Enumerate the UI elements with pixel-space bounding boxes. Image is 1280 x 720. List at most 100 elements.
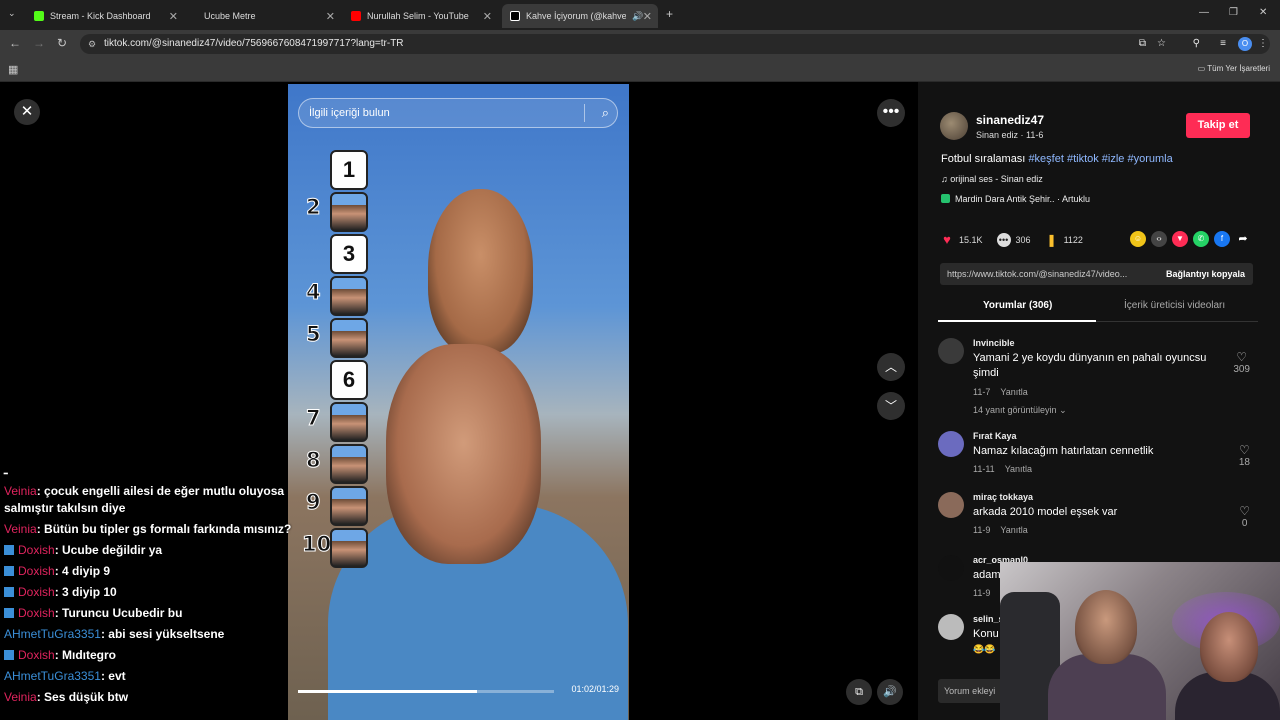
post-hashtags[interactable]: #keşfet #tiktok #izle #yorumla bbox=[1028, 153, 1172, 165]
address-bar[interactable]: ⚙ tiktok.com/@sinanediz47/video/75696676… bbox=[80, 34, 1270, 54]
bookmark-star-icon[interactable]: ☆ bbox=[1157, 34, 1166, 54]
commenter-avatar[interactable] bbox=[938, 431, 964, 457]
heart-outline-icon: ♡ bbox=[1236, 350, 1248, 364]
next-video-button[interactable]: ﹀ bbox=[877, 392, 905, 420]
new-tab-icon[interactable]: + bbox=[666, 7, 673, 21]
apps-grid-icon[interactable]: ▦ bbox=[8, 63, 18, 76]
all-bookmarks[interactable]: ▭ Tüm Yer İşaretleri bbox=[1198, 64, 1270, 73]
video-progress-bar[interactable] bbox=[298, 690, 554, 693]
comment-like[interactable]: ♡ 18 bbox=[1239, 443, 1250, 468]
author-avatar[interactable] bbox=[940, 112, 968, 140]
reply-link[interactable]: Yanıtla bbox=[1005, 464, 1032, 474]
like-action[interactable]: ♥ 15.1K bbox=[940, 232, 982, 247]
chat-username[interactable]: AHmetTuGra3351 bbox=[4, 627, 101, 641]
embed-icon[interactable]: ‹› bbox=[1151, 231, 1167, 247]
close-window-icon[interactable]: ✕ bbox=[1259, 7, 1267, 18]
subscriber-badge-icon bbox=[4, 608, 14, 618]
facebook-icon[interactable]: f bbox=[1214, 231, 1230, 247]
commenter-avatar[interactable] bbox=[938, 492, 964, 518]
comment-like[interactable]: ♡ 0 bbox=[1239, 504, 1250, 529]
close-tab-icon[interactable]: ✕ bbox=[643, 10, 652, 23]
more-options-button[interactable]: ••• bbox=[877, 99, 905, 127]
chat-username[interactable]: Doxish bbox=[18, 564, 55, 578]
post-location[interactable]: Mardin Dara Antik Şehir.. · Artuklu bbox=[941, 194, 1090, 204]
volume-button[interactable]: 🔊 bbox=[877, 679, 903, 705]
close-tab-icon[interactable]: ✕ bbox=[483, 10, 492, 23]
reply-link[interactable]: Yanıtla bbox=[1000, 387, 1027, 397]
close-tab-icon[interactable]: ✕ bbox=[169, 10, 178, 23]
repost-icon[interactable]: ☺ bbox=[1130, 231, 1146, 247]
video-player[interactable]: İlgili içeriği bulun ⌕ 1 2 3 4 5 6 7 8 9… bbox=[288, 84, 629, 720]
minimize-icon[interactable]: — bbox=[1199, 7, 1209, 18]
site-info-icon[interactable]: ⚙ bbox=[88, 34, 96, 54]
copy-link-button[interactable]: Bağlantıyı kopyala bbox=[1166, 263, 1245, 285]
url-text: tiktok.com/@sinanediz47/video/7569667608… bbox=[104, 38, 404, 49]
chat-message: AHmetTuGra3351: abi sesi yükseltsene bbox=[0, 624, 300, 645]
rank-slot-5 bbox=[330, 318, 368, 358]
comment-like[interactable]: ♡ 309 bbox=[1233, 350, 1250, 375]
post-music[interactable]: ♫ orijinal ses - Sinan ediz bbox=[941, 174, 1043, 184]
chat-username[interactable]: Veinia bbox=[4, 484, 37, 498]
chat-text: : evt bbox=[100, 669, 126, 683]
chat-message: Doxish: Ucube değildir ya bbox=[0, 540, 300, 561]
profile-avatar[interactable]: O bbox=[1238, 37, 1252, 51]
chat-username[interactable]: AHmetTuGra3351 bbox=[4, 669, 101, 683]
follow-button[interactable]: Takip et bbox=[1186, 113, 1250, 138]
author-username[interactable]: sinanediz47 bbox=[976, 113, 1044, 127]
menu-icon[interactable]: ⋮ bbox=[1258, 34, 1268, 54]
chat-username[interactable]: Doxish bbox=[18, 543, 55, 557]
close-video-button[interactable]: ✕ bbox=[14, 99, 40, 125]
chat-username[interactable]: Veinia bbox=[4, 690, 37, 704]
whatsapp-icon[interactable]: ✆ bbox=[1193, 231, 1209, 247]
heart-icon: ♥ bbox=[943, 232, 951, 247]
search-divider bbox=[584, 104, 585, 122]
commenter-name[interactable]: miraç tokkaya bbox=[973, 492, 1033, 502]
forward-icon[interactable]: → bbox=[33, 36, 45, 50]
view-replies-link[interactable]: 14 yanıt görüntüleyin ⌄ bbox=[973, 405, 1067, 416]
chat-username[interactable]: Doxish bbox=[18, 606, 55, 620]
reply-link[interactable]: Yanıtla bbox=[1000, 525, 1027, 535]
chat-username[interactable]: Doxish bbox=[18, 648, 55, 662]
commenter-name[interactable]: selin_s bbox=[973, 614, 1004, 624]
send-icon[interactable]: ▼ bbox=[1172, 231, 1188, 247]
chat-username[interactable]: Doxish bbox=[18, 585, 55, 599]
rank-slot-3: 3 bbox=[330, 234, 368, 274]
install-icon[interactable]: ⧉ bbox=[1139, 34, 1146, 54]
commenter-avatar[interactable] bbox=[938, 614, 964, 640]
back-icon[interactable]: ← bbox=[9, 36, 21, 50]
related-search-input[interactable]: İlgili içeriği bulun ⌕ bbox=[298, 98, 618, 128]
chat-text: : Turuncu Ucubedir bu bbox=[54, 606, 183, 620]
tab-creator-videos[interactable]: İçerik üreticisi videoları bbox=[1124, 300, 1225, 311]
chat-username[interactable]: Veinia bbox=[4, 522, 37, 536]
rank-number: 9 bbox=[306, 490, 322, 515]
tab-ucube-metre[interactable]: Ucube Metre ✕ bbox=[196, 4, 341, 28]
rank-slot-1: 1 bbox=[330, 150, 368, 190]
video-progress-fill bbox=[298, 690, 478, 693]
comment-action[interactable]: ••• 306 bbox=[996, 233, 1031, 247]
search-icon[interactable]: ⌕ bbox=[602, 99, 609, 127]
share-arrow-icon[interactable]: ➦ bbox=[1235, 231, 1251, 247]
media-icon[interactable]: ≡ bbox=[1220, 34, 1226, 54]
tab-comments[interactable]: Yorumlar (306) bbox=[983, 300, 1052, 311]
close-tab-icon[interactable]: ✕ bbox=[326, 10, 335, 23]
reload-icon[interactable]: ↻ bbox=[57, 36, 67, 50]
commenter-avatar[interactable] bbox=[938, 555, 964, 581]
tab-tiktok[interactable]: Kahve İçiyorum (@kahve.iy 🔊 ✕ bbox=[502, 4, 658, 28]
chat-text: : abi sesi yükseltsene bbox=[100, 627, 225, 641]
previous-video-button[interactable]: ︿ bbox=[877, 353, 905, 381]
save-action[interactable]: ❚ 1122 bbox=[1045, 233, 1083, 247]
pip-button[interactable]: ⧉ bbox=[846, 679, 872, 705]
extensions-icon[interactable]: ⚲ bbox=[1193, 34, 1200, 54]
maximize-icon[interactable]: ❐ bbox=[1229, 7, 1238, 18]
commenter-name[interactable]: Fırat Kaya bbox=[973, 431, 1017, 441]
tab-kick-dashboard[interactable]: Stream - Kick Dashboard ✕ bbox=[26, 4, 184, 28]
kick-icon bbox=[34, 11, 44, 21]
chat-text: : 4 diyip 9 bbox=[54, 564, 111, 578]
commenter-avatar[interactable] bbox=[938, 338, 964, 364]
commenter-name[interactable]: Invincible bbox=[973, 338, 1015, 348]
chat-message: Doxish: 4 diyip 9 bbox=[0, 561, 300, 582]
rank-slot-7 bbox=[330, 402, 368, 442]
tab-youtube[interactable]: Nurullah Selim - YouTube ✕ bbox=[343, 4, 498, 28]
tab-search-icon[interactable]: ⌄ bbox=[8, 8, 16, 19]
chat-message: AHmetTuGra3351: evt bbox=[0, 666, 300, 687]
